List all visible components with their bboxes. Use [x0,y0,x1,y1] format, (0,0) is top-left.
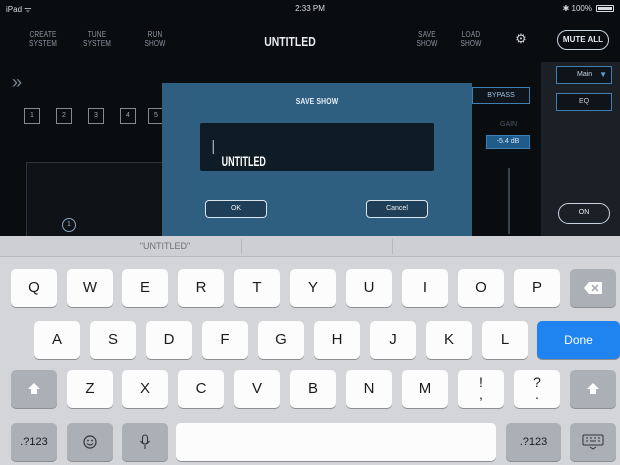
gain-value[interactable]: -5.4 dB [486,135,530,149]
prediction-divider [241,239,242,254]
key-f[interactable]: F [202,321,248,359]
bypass-button[interactable]: BYPASS [472,87,530,104]
show-name-input[interactable]: UNTITLED [200,123,434,171]
channel-button-4[interactable]: 4 [120,108,136,124]
prediction-bar: "UNTITLED" [0,236,620,257]
key-question-period[interactable]: ?. [514,370,560,408]
key-d[interactable]: D [146,321,192,359]
numbers-key-right[interactable]: .?123 [506,423,561,461]
key-exclaim-comma[interactable]: !, [458,370,504,408]
key-i[interactable]: I [402,269,448,307]
shift-icon[interactable] [570,370,616,408]
nav-load-show[interactable]: LOAD SHOW [460,30,481,48]
space-bar[interactable] [176,423,496,461]
dialog-title: SAVE SHOW [295,97,339,106]
page-title: UNTITLED [264,34,316,49]
battery-icon [596,5,614,12]
channel-button-1[interactable]: 1 [24,108,40,124]
key-o[interactable]: O [458,269,504,307]
app-nav: CREATE SYSTEM TUNE SYSTEM RUN SHOW UNTIT… [0,18,620,66]
output-select[interactable]: Main ▼ [556,66,612,84]
eq-button[interactable]: EQ [556,93,612,111]
key-l[interactable]: L [482,321,528,359]
key-n[interactable]: N [346,370,392,408]
eq-graph[interactable] [26,162,166,242]
key-p[interactable]: P [514,269,560,307]
emoji-icon[interactable] [67,423,113,461]
clock: 2:33 PM [295,4,325,13]
status-bar: iPad ᯤ 2:33 PM ✱ 100% [0,0,620,18]
key-j[interactable]: J [370,321,416,359]
key-r[interactable]: R [178,269,224,307]
microphone-icon[interactable] [122,423,168,461]
numbers-key-left[interactable]: .?123 [11,423,57,461]
expand-chevron-icon[interactable]: » [12,72,22,93]
key-z[interactable]: Z [67,370,113,408]
key-e[interactable]: E [122,269,168,307]
shift-icon[interactable] [11,370,57,408]
keyboard-hide-icon[interactable] [570,423,616,461]
key-x[interactable]: X [122,370,168,408]
gain-label: GAIN [500,121,518,128]
key-g[interactable]: G [258,321,304,359]
nav-create-system[interactable]: CREATE SYSTEM [29,30,57,48]
prediction-divider [392,239,393,254]
battery-percent: ✱ 100% [562,4,592,13]
key-w[interactable]: W [67,269,113,307]
key-s[interactable]: S [90,321,136,359]
key-k[interactable]: K [426,321,472,359]
eq-node-handle[interactable]: 1 [62,218,76,232]
key-u[interactable]: U [346,269,392,307]
ok-button[interactable]: OK [205,200,267,218]
channel-button-3[interactable]: 3 [88,108,104,124]
save-show-dialog: SAVE SHOW UNTITLED OK Cancel [162,83,472,236]
key-c[interactable]: C [178,370,224,408]
mute-all-button[interactable]: MUTE ALL [557,30,609,50]
on-toggle-button[interactable]: ON [558,203,610,224]
onscreen-keyboard: "UNTITLED" Q W E R T Y U I O P A S D F G… [0,236,620,465]
key-b[interactable]: B [290,370,336,408]
key-question-period-bottom: . [535,386,539,402]
key-m[interactable]: M [402,370,448,408]
done-button[interactable]: Done [537,321,620,359]
caret-down-icon: ▼ [599,70,607,79]
prediction-suggestion[interactable]: "UNTITLED" [90,236,240,257]
cancel-button[interactable]: Cancel [366,200,428,218]
nav-save-show[interactable]: SAVE SHOW [416,30,437,48]
key-q[interactable]: Q [11,269,57,307]
text-cursor [212,140,214,155]
gain-fader[interactable] [508,168,510,234]
show-name-value: UNTITLED [221,153,266,169]
channel-button-2[interactable]: 2 [56,108,72,124]
key-y[interactable]: Y [290,269,336,307]
key-h[interactable]: H [314,321,360,359]
key-exclaim-comma-bottom: , [479,386,483,402]
key-a[interactable]: A [34,321,80,359]
key-t[interactable]: T [234,269,280,307]
key-v[interactable]: V [234,370,280,408]
backspace-icon[interactable] [570,269,616,307]
gear-icon[interactable]: ⚙ [515,32,527,45]
output-select-value: Main [577,71,593,78]
